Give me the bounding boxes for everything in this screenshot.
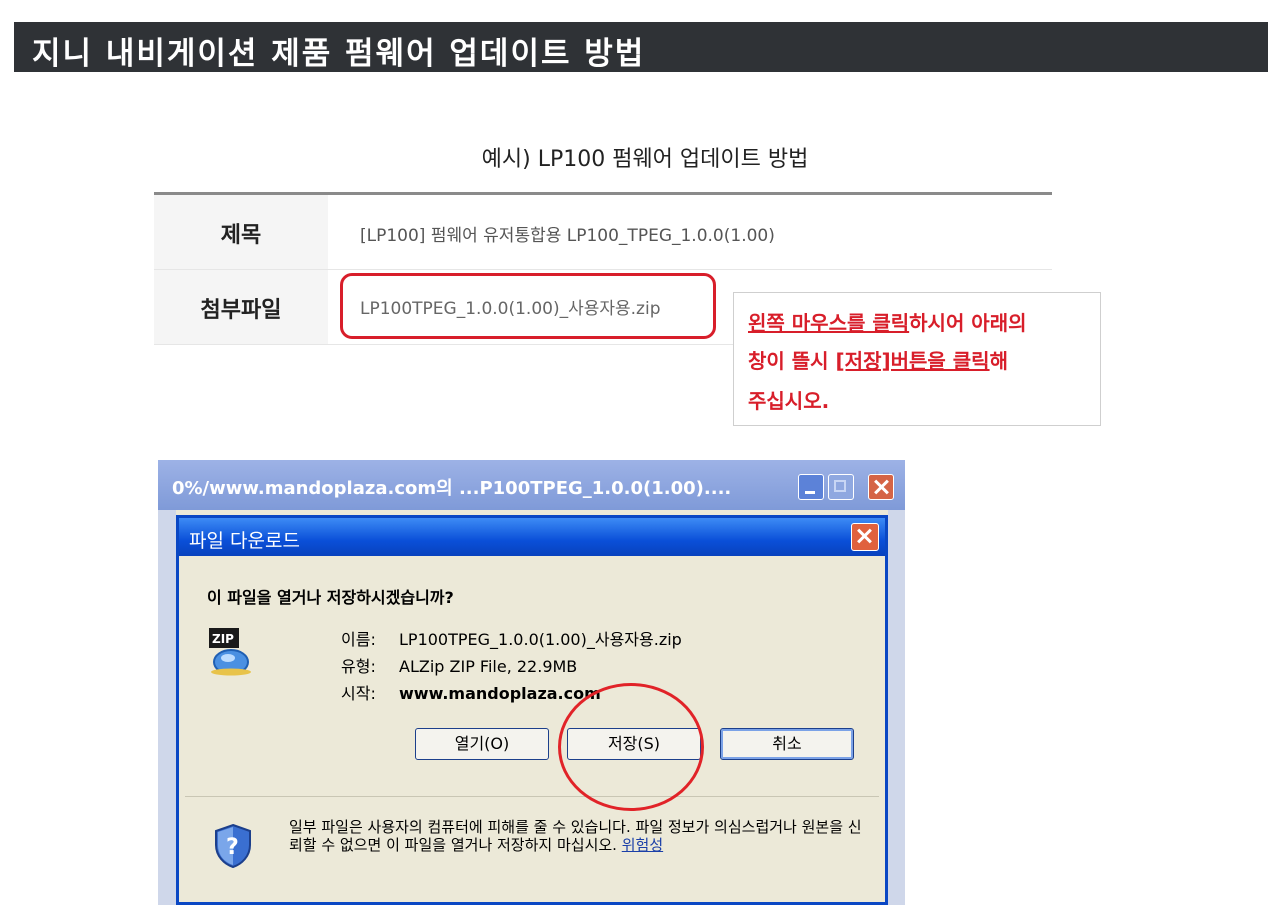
dialog-titlebar: 파일 다운로드 (179, 518, 885, 556)
file-type-row: 유형: ALZip ZIP File, 22.9MB (341, 653, 577, 677)
file-source-label: 시작: (341, 684, 376, 703)
dialog-close-icon[interactable] (851, 523, 879, 551)
example-caption: 예시) LP100 펌웨어 업데이트 방법 (481, 147, 809, 172)
instruction-line-2: 창이 뜰시 [저장]버튼을 클릭해 (748, 351, 1008, 371)
window-frame-left (158, 510, 176, 905)
attachment-header-cell: 첨부파일 (154, 270, 328, 344)
warning-message: 일부 파일은 사용자의 컴퓨터에 피해를 줄 수 있습니다. 파일 정보가 의심… (289, 818, 862, 854)
risk-link[interactable]: 위험성 (622, 836, 663, 854)
file-name-label: 이름: (341, 630, 376, 649)
file-source-value: www.mandoplaza.com (399, 684, 601, 703)
security-shield-icon: ? (215, 823, 251, 869)
cancel-button[interactable]: 취소 (720, 728, 854, 760)
instruction-line-1: 왼쪽 마우스를 클릭하시어 아래의 (748, 313, 1027, 333)
instruction-click-text: 왼쪽 마우스를 클릭 (748, 311, 910, 335)
dialog-question: 이 파일을 열거나 저장하시겠습니까? (207, 588, 454, 607)
window-frame-right (888, 510, 905, 905)
subject-label: 제목 (220, 223, 262, 248)
subject-header-cell: 제목 (154, 195, 328, 269)
svg-text:?: ? (226, 835, 239, 860)
instruction-callout: 왼쪽 마우스를 클릭하시어 아래의 창이 뜰시 [저장]버튼을 클릭해 주십시오… (733, 292, 1101, 426)
page-title: 지니 내비게이션 제품 펌웨어 업데이트 방법 (32, 36, 646, 72)
instruction-save-text: [저장]버튼을 클릭 (835, 349, 990, 373)
file-download-dialog: 파일 다운로드 이 파일을 열거나 저장하시겠습니까? ZIP 이름: LP100… (176, 515, 888, 905)
subject-row: 제목 [LP100] 펌웨어 유저통합용 LP100_TPEG_1.0.0(1.… (154, 195, 1052, 270)
instruction-line-3: 주십시오. (748, 389, 830, 413)
dialog-separator (185, 796, 879, 797)
security-warning: 일부 파일은 사용자의 컴퓨터에 피해를 줄 수 있습니다. 파일 정보가 의심… (289, 818, 869, 854)
svg-text:ZIP: ZIP (212, 632, 234, 646)
attachment-label: 첨부파일 (200, 298, 282, 323)
instruction-text: 해 (989, 349, 1008, 373)
instruction-text: 창이 뜰시 (748, 349, 836, 373)
download-screenshot: 0%/www.mandoplaza.com의 ...P100TPEG_1.0.0… (158, 460, 905, 905)
page-title-bar: 지니 내비게이션 제품 펌웨어 업데이트 방법 (14, 22, 1268, 72)
subject-value: [LP100] 펌웨어 유저통합용 LP100_TPEG_1.0.0(1.00) (360, 226, 775, 246)
attachment-file-link[interactable]: LP100TPEG_1.0.0(1.00)_사용자용.zip (360, 294, 661, 319)
maximize-icon[interactable] (828, 474, 854, 500)
file-source-row: 시작: www.mandoplaza.com (341, 680, 601, 704)
file-name-row: 이름: LP100TPEG_1.0.0(1.00)_사용자용.zip (341, 626, 682, 650)
save-highlight-circle (558, 683, 704, 811)
instruction-text: 하시어 아래의 (909, 311, 1027, 335)
close-icon[interactable] (868, 474, 894, 500)
open-button[interactable]: 열기(O) (415, 728, 549, 760)
minimize-icon[interactable] (798, 474, 824, 500)
browser-titlebar: 0%/www.mandoplaza.com의 ...P100TPEG_1.0.0… (158, 460, 905, 510)
zip-file-icon: ZIP (209, 628, 251, 676)
dialog-title: 파일 다운로드 (189, 530, 300, 552)
file-name-value: LP100TPEG_1.0.0(1.00)_사용자용.zip (399, 630, 682, 649)
file-type-value: ALZip ZIP File, 22.9MB (399, 657, 578, 676)
file-type-label: 유형: (341, 657, 376, 676)
browser-window-title: 0%/www.mandoplaza.com의 ...P100TPEG_1.0.0… (172, 478, 732, 499)
